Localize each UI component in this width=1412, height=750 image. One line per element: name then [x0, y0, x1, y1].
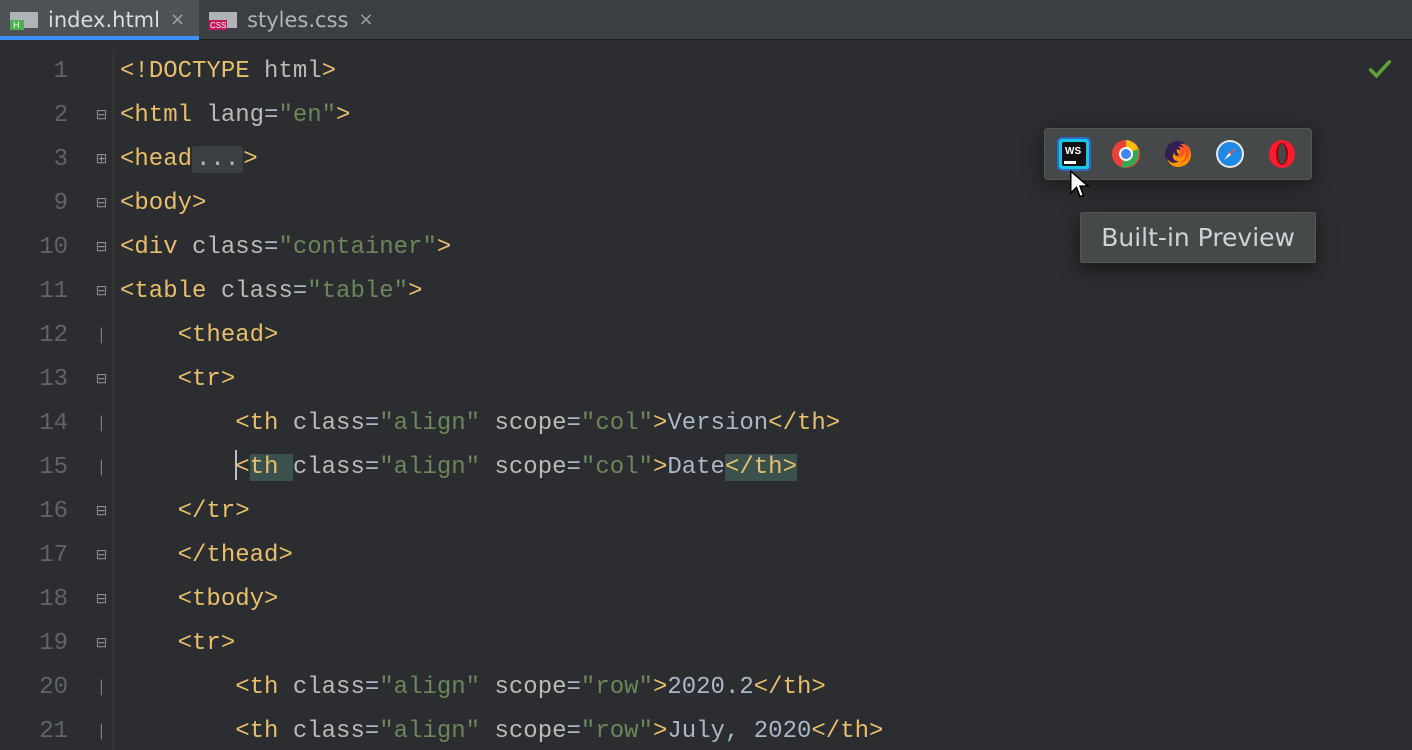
line-number: 2 [0, 94, 68, 138]
fold-guide: │ [90, 446, 113, 490]
code-line[interactable]: <table class="table"> [120, 270, 883, 314]
code-line[interactable]: </tr> [120, 490, 883, 534]
fold-guide: │ [90, 666, 113, 710]
mouse-cursor-icon [1068, 170, 1092, 200]
line-number: 15 [0, 446, 68, 490]
code-line[interactable]: <thead> [120, 314, 883, 358]
fold-gutter: ⊟⊞⊟⊟⊟│⊟││⊟⊟⊟⊟││ [90, 50, 114, 750]
close-icon[interactable]: × [170, 9, 185, 30]
webstorm-icon[interactable]: WS [1057, 137, 1091, 171]
line-number-gutter: 1239101112131415161718192021 [0, 50, 90, 750]
tooltip: Built-in Preview [1080, 212, 1316, 263]
svg-text:CSS: CSS [210, 21, 226, 30]
fold-collapse-icon[interactable]: ⊟ [90, 622, 113, 666]
chrome-icon[interactable] [1109, 137, 1143, 171]
line-number: 10 [0, 226, 68, 270]
code-line[interactable]: <th class="align" scope="row">July, 2020… [120, 710, 883, 750]
line-number: 9 [0, 182, 68, 226]
line-number: 11 [0, 270, 68, 314]
fold-collapse-icon[interactable]: ⊟ [90, 578, 113, 622]
fold-collapse-icon[interactable]: ⊟ [90, 534, 113, 578]
line-number: 19 [0, 622, 68, 666]
tab-label: styles.css [247, 8, 348, 32]
line-number: 12 [0, 314, 68, 358]
code-line[interactable]: <body> [120, 182, 883, 226]
line-number: 1 [0, 50, 68, 94]
fold-collapse-icon[interactable]: ⊟ [90, 226, 113, 270]
line-number: 3 [0, 138, 68, 182]
text-caret [235, 450, 237, 480]
tab-label: index.html [48, 8, 160, 32]
fold-collapse-icon[interactable]: ⊟ [90, 94, 113, 138]
fold-expand-icon[interactable]: ⊞ [90, 138, 113, 182]
svg-text:WS: WS [1065, 146, 1081, 157]
code-line[interactable]: <th class="align" scope="col">Version</t… [120, 402, 883, 446]
fold-collapse-icon[interactable]: ⊟ [90, 270, 113, 314]
code-line[interactable]: <html lang="en"> [120, 94, 883, 138]
tab-index-html[interactable]: H index.html × [0, 0, 199, 39]
code-line[interactable]: <!DOCTYPE html> [120, 50, 883, 94]
code-area[interactable]: <!DOCTYPE html><html lang="en"><head...>… [114, 50, 883, 750]
line-number: 17 [0, 534, 68, 578]
opera-icon[interactable] [1265, 137, 1299, 171]
fold-collapse-icon[interactable]: ⊟ [90, 182, 113, 226]
fold-collapse-icon[interactable]: ⊟ [90, 358, 113, 402]
close-icon[interactable]: × [358, 9, 373, 30]
fold-guide: │ [90, 314, 113, 358]
fold-guide: │ [90, 402, 113, 446]
html-file-icon: H [10, 9, 38, 31]
code-line[interactable]: <th class="align" scope="col">Date</th> [120, 446, 883, 490]
firefox-icon[interactable] [1161, 137, 1195, 171]
fold-guide: │ [90, 710, 113, 750]
code-line[interactable]: </thead> [120, 534, 883, 578]
fold-guide [90, 50, 113, 94]
line-number: 14 [0, 402, 68, 446]
line-number: 20 [0, 666, 68, 710]
code-line[interactable]: <div class="container"> [120, 226, 883, 270]
safari-icon[interactable] [1213, 137, 1247, 171]
fold-collapse-icon[interactable]: ⊟ [90, 490, 113, 534]
code-line[interactable]: <head...> [120, 138, 883, 182]
code-line[interactable]: <tbody> [120, 578, 883, 622]
line-number: 21 [0, 710, 68, 750]
line-number: 18 [0, 578, 68, 622]
svg-text:H: H [13, 20, 20, 30]
problems-ok-icon[interactable] [1366, 56, 1394, 84]
code-line[interactable]: <tr> [120, 622, 883, 666]
code-line[interactable]: <tr> [120, 358, 883, 402]
line-number: 13 [0, 358, 68, 402]
code-line[interactable]: <th class="align" scope="row">2020.2</th… [120, 666, 883, 710]
css-file-icon: CSS [209, 9, 237, 31]
tab-styles-css[interactable]: CSS styles.css × [199, 0, 388, 39]
line-number: 16 [0, 490, 68, 534]
editor-tabbar: H index.html × CSS styles.css × [0, 0, 1412, 40]
